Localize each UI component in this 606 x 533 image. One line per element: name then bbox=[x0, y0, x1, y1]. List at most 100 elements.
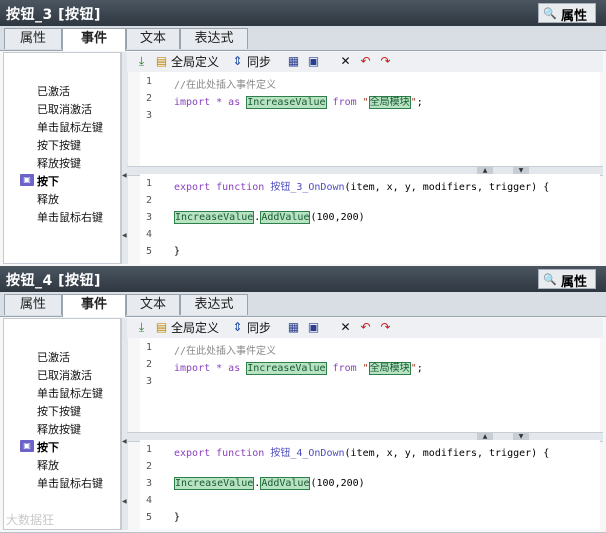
tab-properties[interactable]: 属性 bbox=[4, 28, 62, 49]
tab-text[interactable]: 文本 bbox=[126, 294, 180, 315]
line-number: 1 bbox=[146, 76, 153, 87]
code-keyword: from bbox=[326, 363, 363, 374]
event-right-click[interactable]: 单击鼠标右键 bbox=[37, 475, 103, 491]
properties-label: 属性 bbox=[561, 275, 588, 290]
event-key-down[interactable]: 按下按键 bbox=[37, 403, 81, 419]
event-panel-2: 按钮_4 [按钮] 🔍 属性 属性 事件 文本 表达式 已激活 已取消激活 单击… bbox=[0, 266, 606, 533]
function-name: 按钮_4_OnDown bbox=[270, 448, 345, 459]
sync-button[interactable]: 同步 bbox=[247, 319, 271, 337]
tab-events[interactable]: 事件 bbox=[62, 294, 126, 317]
code-keyword: * as bbox=[210, 363, 247, 374]
code-line-export: export function 按钮_4_OnDown(item, x, y, … bbox=[174, 444, 549, 459]
event-activated[interactable]: 已激活 bbox=[37, 349, 70, 365]
line-number: 1 bbox=[146, 342, 153, 353]
properties-button[interactable]: 🔍 属性 bbox=[538, 269, 596, 290]
global-code-editor[interactable]: 1 2 3 //在此处插入事件定义 import * as IncreaseVa… bbox=[140, 72, 600, 166]
line-number: 1 bbox=[146, 178, 153, 189]
event-deactivated[interactable]: 已取消激活 bbox=[37, 101, 92, 117]
insert-icon[interactable]: ▣ bbox=[307, 55, 320, 68]
close-brace: } bbox=[174, 246, 181, 257]
expand-down-icon[interactable]: ▼ bbox=[513, 433, 529, 440]
method-name: AddValue bbox=[260, 211, 311, 224]
delete-icon[interactable]: ✕ bbox=[339, 321, 352, 334]
event-left-click[interactable]: 单击鼠标左键 bbox=[37, 385, 103, 401]
code-toolbar: ⤓ ▤ 全局定义 ⇕ 同步 ▦ ▣ ✕ ↶ ↷ bbox=[127, 318, 603, 338]
code-line-comment: //在此处插入事件定义 bbox=[174, 76, 276, 91]
close-brace: } bbox=[174, 512, 181, 523]
grid-icon[interactable]: ▦ bbox=[287, 321, 300, 334]
function-code-editor[interactable]: 1 2 3 4 5 export function 按钮_4_OnDown(it… bbox=[140, 440, 600, 530]
function-code-editor[interactable]: 1 2 3 4 5 export function 按钮_3_OnDown(it… bbox=[140, 174, 600, 264]
line-number: 3 bbox=[146, 376, 153, 387]
code-line-import: import * as IncreaseValue from "全局模块"; bbox=[174, 362, 423, 375]
left-arrow-icon: ◀ bbox=[122, 172, 127, 179]
event-left-click[interactable]: 单击鼠标左键 bbox=[37, 119, 103, 135]
line-number: 4 bbox=[146, 495, 153, 506]
redo-icon[interactable]: ↷ bbox=[379, 55, 392, 68]
global-definition-icon: ▤ bbox=[155, 54, 168, 68]
event-release[interactable]: 释放 bbox=[37, 457, 59, 473]
grid-icon[interactable]: ▦ bbox=[287, 55, 300, 68]
tab-expression[interactable]: 表达式 bbox=[180, 294, 248, 315]
code-line-export: export function 按钮_3_OnDown(item, x, y, … bbox=[174, 178, 549, 193]
insert-icon[interactable]: ▣ bbox=[307, 321, 320, 334]
event-release[interactable]: 释放 bbox=[37, 191, 59, 207]
code-line-comment: //在此处插入事件定义 bbox=[174, 342, 276, 357]
code-keyword: * as bbox=[210, 97, 247, 108]
title-bar: 按钮_3 [按钮] 🔍 属性 bbox=[0, 0, 606, 26]
selected-event-icon: ▣ bbox=[20, 174, 34, 186]
global-definition-button[interactable]: 全局定义 bbox=[171, 53, 219, 71]
method-name: AddValue bbox=[260, 477, 311, 490]
function-params: (item, x, y, modifiers, trigger) { bbox=[344, 448, 550, 459]
line-number: 2 bbox=[146, 195, 153, 206]
splitter[interactable]: ◀ ◀ bbox=[121, 318, 128, 530]
event-right-click[interactable]: 单击鼠标右键 bbox=[37, 209, 103, 225]
undo-icon[interactable]: ↶ bbox=[359, 321, 372, 334]
function-name: 按钮_3_OnDown bbox=[270, 182, 345, 193]
code-line-call: IncreaseValue.AddValue(100,200) bbox=[174, 211, 365, 224]
apply-icon[interactable]: ⤓ bbox=[135, 55, 148, 68]
line-number: 2 bbox=[146, 359, 153, 370]
module-name: IncreaseValue bbox=[246, 362, 327, 375]
event-key-up[interactable]: 释放按键 bbox=[37, 155, 81, 171]
module-string: 全局模块 bbox=[368, 96, 411, 109]
event-deactivated[interactable]: 已取消激活 bbox=[37, 367, 92, 383]
code-keyword: export function bbox=[174, 448, 271, 459]
collapse-up-icon[interactable]: ▲ bbox=[477, 167, 493, 174]
sync-icon: ⇕ bbox=[232, 320, 243, 334]
line-number: 3 bbox=[146, 212, 153, 223]
tab-events[interactable]: 事件 bbox=[62, 28, 126, 51]
event-activated[interactable]: 已激活 bbox=[37, 83, 70, 99]
selected-event-icon: ▣ bbox=[20, 440, 34, 452]
event-key-down[interactable]: 按下按键 bbox=[37, 137, 81, 153]
line-number: 3 bbox=[146, 478, 153, 489]
sync-button[interactable]: 同步 bbox=[247, 53, 271, 71]
line-number: 1 bbox=[146, 444, 153, 455]
tab-text[interactable]: 文本 bbox=[126, 28, 180, 49]
expand-down-icon[interactable]: ▼ bbox=[513, 167, 529, 174]
call-args: (100,200) bbox=[310, 478, 365, 489]
panel-title: 按钮_4 [按钮] bbox=[6, 273, 101, 289]
event-press[interactable]: 按下 bbox=[37, 439, 59, 455]
title-bar: 按钮_4 [按钮] 🔍 属性 bbox=[0, 266, 606, 292]
global-definition-button[interactable]: 全局定义 bbox=[171, 319, 219, 337]
tab-expression[interactable]: 表达式 bbox=[180, 28, 248, 49]
line-number: 4 bbox=[146, 229, 153, 240]
event-key-up[interactable]: 释放按键 bbox=[37, 421, 81, 437]
properties-button[interactable]: 🔍 属性 bbox=[538, 3, 596, 24]
delete-icon[interactable]: ✕ bbox=[339, 55, 352, 68]
global-code-editor[interactable]: 1 2 3 //在此处插入事件定义 import * as IncreaseVa… bbox=[140, 338, 600, 432]
code-line-close: } bbox=[174, 512, 180, 523]
global-definition-icon: ▤ bbox=[155, 320, 168, 334]
redo-icon[interactable]: ↷ bbox=[379, 321, 392, 334]
undo-icon[interactable]: ↶ bbox=[359, 55, 372, 68]
code-semicolon: ; bbox=[416, 97, 423, 108]
event-press[interactable]: 按下 bbox=[37, 173, 59, 189]
tab-properties[interactable]: 属性 bbox=[4, 294, 62, 315]
splitter[interactable]: ◀ ◀ bbox=[121, 52, 128, 264]
apply-icon[interactable]: ⤓ bbox=[135, 321, 148, 334]
collapse-up-icon[interactable]: ▲ bbox=[477, 433, 493, 440]
properties-label: 属性 bbox=[561, 9, 588, 24]
code-semicolon: ; bbox=[416, 363, 423, 374]
event-list: 已激活 已取消激活 单击鼠标左键 按下按键 释放按键 ▣ 按下 释放 单击鼠标右… bbox=[3, 52, 121, 264]
